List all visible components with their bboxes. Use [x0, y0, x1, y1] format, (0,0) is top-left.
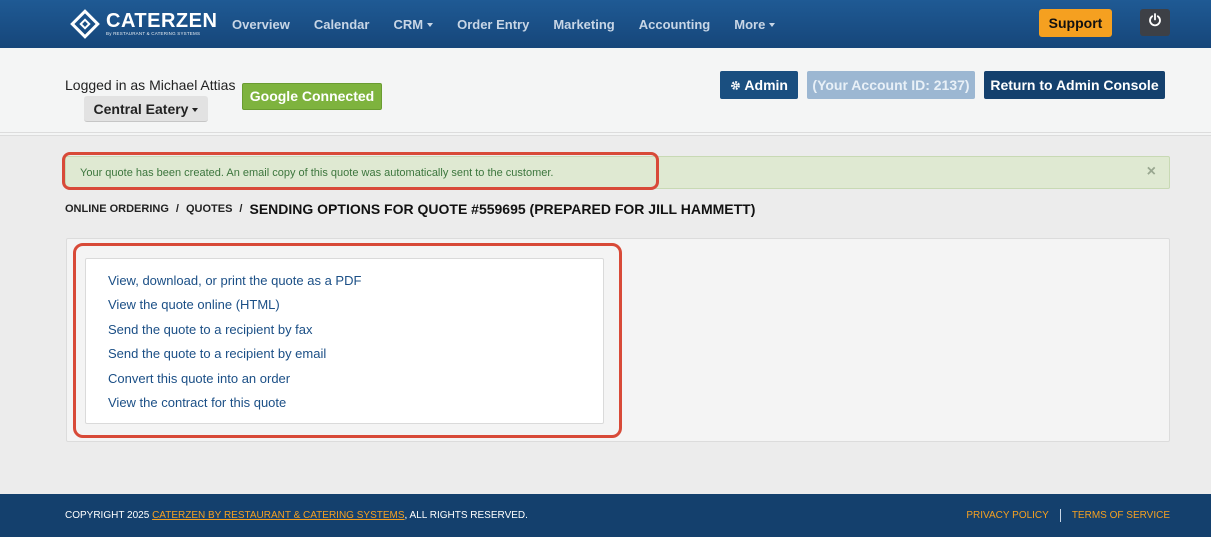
- caret-down-icon: [427, 23, 434, 28]
- brand-tagline: By RESTAURANT & CATERING SYSTEMS: [106, 31, 201, 36]
- admin-label: Admin: [744, 77, 788, 93]
- account-bar: Logged in as Michael Attias Central Eate…: [0, 48, 1211, 136]
- caret-down-icon: [769, 23, 776, 28]
- breadcrumb-separator: /: [175, 203, 179, 215]
- logged-in-text: Logged in as Michael Attias: [65, 77, 236, 93]
- top-navbar: CATERZEN By RESTAURANT & CATERING SYSTEM…: [0, 0, 1211, 48]
- close-icon[interactable]: ×: [1147, 164, 1156, 180]
- nav-crm[interactable]: CRM: [381, 17, 445, 32]
- breadcrumb: ONLINE ORDERING / QUOTES / SENDING OPTIO…: [65, 201, 755, 217]
- copyright-text: COPYRIGHT 2025 CATERZEN BY RESTAURANT & …: [65, 510, 528, 521]
- alert-highlight-outline: [62, 152, 659, 190]
- support-button[interactable]: Support: [1039, 9, 1112, 37]
- brand-name: CATERZEN: [106, 10, 218, 32]
- main-nav: Overview Calendar CRM Order Entry Market…: [220, 0, 787, 48]
- admin-button[interactable]: Admin: [720, 71, 798, 99]
- power-icon: [1148, 13, 1162, 32]
- nav-accounting[interactable]: Accounting: [627, 17, 723, 32]
- breadcrumb-separator: /: [239, 203, 243, 215]
- nav-order-entry[interactable]: Order Entry: [445, 17, 541, 32]
- company-link[interactable]: CATERZEN BY RESTAURANT & CATERING SYSTEM…: [152, 510, 404, 521]
- privacy-policy-link[interactable]: PRIVACY POLICY: [966, 510, 1048, 521]
- account-id-badge: (Your Account ID: 2137): [807, 71, 975, 99]
- caret-down-icon: [192, 108, 199, 113]
- gear-icon: [730, 77, 744, 93]
- footer: COPYRIGHT 2025 CATERZEN BY RESTAURANT & …: [0, 494, 1211, 537]
- nav-more[interactable]: More: [722, 17, 787, 32]
- terms-of-service-link[interactable]: TERMS OF SERVICE: [1072, 510, 1170, 521]
- options-highlight-outline: [73, 243, 622, 438]
- breadcrumb-quotes[interactable]: QUOTES: [186, 203, 232, 215]
- nav-marketing[interactable]: Marketing: [541, 17, 626, 32]
- breadcrumb-online-ordering[interactable]: ONLINE ORDERING: [65, 203, 169, 215]
- footer-divider: [1059, 509, 1061, 522]
- footer-links: PRIVACY POLICY TERMS OF SERVICE: [966, 509, 1170, 522]
- logout-button[interactable]: [1140, 9, 1170, 36]
- google-connected-button[interactable]: Google Connected: [242, 83, 382, 110]
- location-dropdown[interactable]: Central Eatery: [84, 96, 208, 122]
- nav-calendar[interactable]: Calendar: [302, 17, 382, 32]
- caterzen-logo-icon: [70, 9, 100, 39]
- return-admin-console-button[interactable]: Return to Admin Console: [984, 71, 1165, 99]
- page-title: SENDING OPTIONS FOR QUOTE #559695 (PREPA…: [249, 201, 756, 217]
- nav-overview[interactable]: Overview: [220, 17, 302, 32]
- caterzen-logo[interactable]: CATERZEN By RESTAURANT & CATERING SYSTEM…: [70, 8, 217, 40]
